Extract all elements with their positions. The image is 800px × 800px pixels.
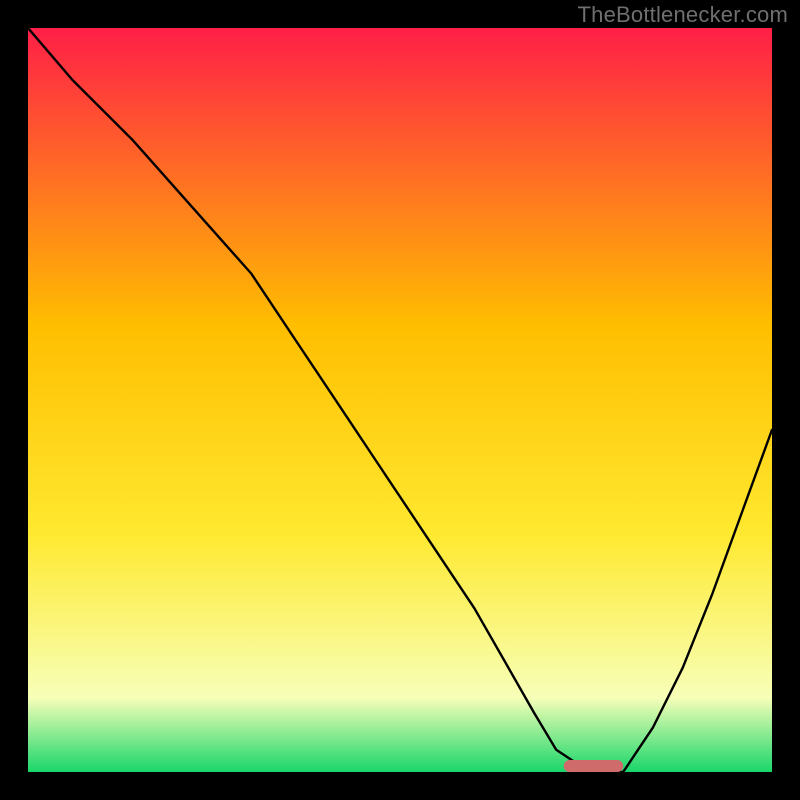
watermark-text: TheBottlenecker.com: [578, 2, 788, 28]
gradient-background: [28, 28, 772, 772]
plot-area: [28, 28, 772, 772]
optimum-marker: [564, 760, 624, 772]
chart-svg: [28, 28, 772, 772]
chart-container: TheBottlenecker.com: [0, 0, 800, 800]
